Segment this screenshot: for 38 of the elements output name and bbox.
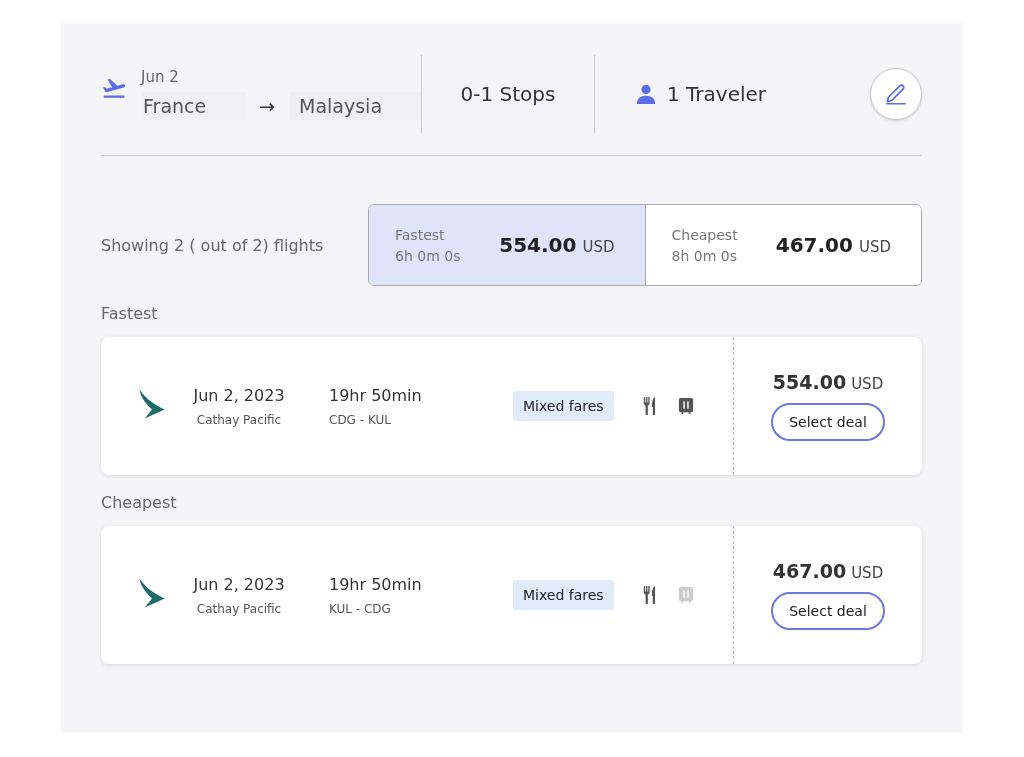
flight-duration: 19hr 50min — [329, 574, 423, 594]
flight-route: CDG - KUL — [329, 412, 392, 427]
currency: USD — [858, 238, 891, 256]
sort-duration: 8h 0m 0s — [671, 247, 738, 264]
sort-label: Fastest — [395, 226, 446, 243]
arrow-glyph: → — [259, 95, 275, 117]
fare-tag: Mixed fares — [513, 391, 614, 421]
flight-price: 554.00 — [772, 371, 847, 393]
stops-selector[interactable]: 0-1 Stops — [422, 82, 594, 106]
sort-label: Cheapest — [671, 226, 738, 243]
travelers-selector[interactable]: 1 Traveler — [667, 82, 767, 106]
person-icon — [635, 83, 657, 105]
flight-date: Jun 2, 2023 — [193, 385, 285, 405]
group-heading: Fastest — [101, 304, 159, 323]
select-deal-button[interactable]: Select deal — [771, 403, 885, 441]
sort-price: 554.00 — [499, 233, 577, 257]
sort-duration: 6h 0m 0s — [395, 247, 461, 264]
sort-tab[interactable]: Cheapest 8h 0m 0s 467.00 USD — [644, 205, 921, 285]
currency: USD — [851, 564, 884, 582]
flight-price: 467.00 — [772, 560, 847, 582]
fare-tag: Mixed fares — [513, 580, 614, 610]
results-count: Showing 2 ( out of 2) flights — [101, 235, 324, 255]
travel-date: Jun 2 — [141, 68, 180, 86]
airline-name: Cathay Pacific — [196, 601, 282, 616]
pencil-icon — [883, 81, 909, 107]
currency: USD — [582, 238, 615, 256]
airline-name: Cathay Pacific — [196, 412, 282, 427]
currency: USD — [851, 375, 884, 393]
destination-field[interactable]: Malaysia — [289, 92, 421, 120]
origin-field[interactable]: France — [141, 92, 246, 120]
select-deal-button[interactable]: Select deal — [771, 592, 885, 630]
flight-route: KUL - CDG — [329, 601, 392, 616]
flight-duration: 19hr 50min — [329, 385, 423, 405]
sort-tab[interactable]: Fastest 6h 0m 0s 554.00 USD — [369, 205, 645, 285]
group-heading: Cheapest — [101, 493, 178, 512]
flight-date: Jun 2, 2023 — [193, 574, 285, 594]
edit-button[interactable] — [870, 68, 922, 120]
sort-price: 467.00 — [775, 233, 853, 257]
